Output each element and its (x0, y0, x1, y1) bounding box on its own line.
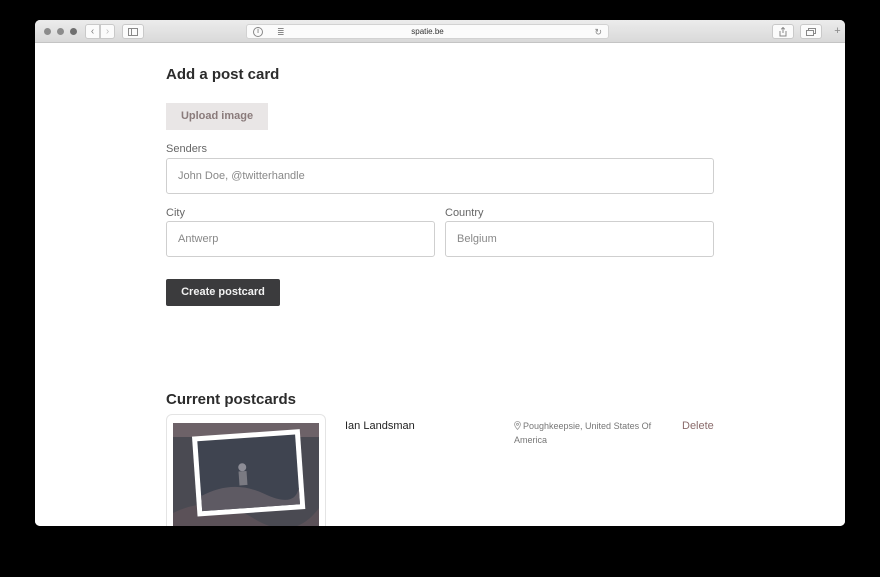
sidebar-toggle-button[interactable] (122, 24, 144, 39)
tabs-overview-button[interactable] (800, 24, 822, 39)
senders-label: Senders (166, 143, 207, 155)
minimize-window-button[interactable] (57, 28, 64, 35)
upload-image-button[interactable]: Upload image (166, 103, 268, 130)
postcard-thumbnail (166, 414, 326, 526)
page-content: Add a post card Upload image Senders Joh… (35, 44, 845, 526)
chevron-right-icon: › (105, 26, 110, 37)
back-button[interactable]: ‹ (85, 24, 100, 39)
share-icon (779, 26, 787, 37)
delete-postcard-link[interactable]: Delete (682, 420, 714, 432)
browser-toolbar: ‹ › i ≣ spatie.be ↻ + (35, 20, 845, 43)
city-field[interactable]: Antwerp (166, 221, 435, 257)
forward-button[interactable]: › (100, 24, 115, 39)
tabs-icon (806, 28, 816, 36)
add-postcard-heading: Add a post card (166, 66, 280, 83)
new-tab-plus-icon[interactable]: + (830, 24, 845, 39)
senders-placeholder: John Doe, @twitterhandle (178, 170, 305, 182)
maximize-window-button[interactable] (70, 28, 77, 35)
postcard-location: Poughkeepsie, United States Of America (514, 419, 664, 447)
postcard-image (173, 423, 319, 526)
country-label: Country (445, 207, 484, 219)
reload-icon[interactable]: ↻ (594, 26, 602, 38)
sidebar-icon (128, 28, 138, 36)
postcard-photo (173, 423, 319, 526)
country-field[interactable]: Belgium (445, 221, 714, 257)
postcard-location-text: Poughkeepsie, United States Of America (514, 421, 652, 445)
location-pin-icon (514, 421, 521, 430)
senders-field[interactable]: John Doe, @twitterhandle (166, 158, 714, 194)
address-url: spatie.be (411, 27, 444, 36)
create-postcard-button[interactable]: Create postcard (166, 279, 280, 306)
share-button[interactable] (772, 24, 794, 39)
city-placeholder: Antwerp (178, 233, 219, 245)
country-placeholder: Belgium (457, 233, 497, 245)
current-postcards-heading: Current postcards (166, 391, 297, 408)
city-label: City (166, 207, 185, 219)
browser-window: ‹ › i ≣ spatie.be ↻ + Add a post card Up… (35, 20, 845, 526)
address-bar[interactable]: i ≣ spatie.be ↻ (246, 24, 609, 39)
chevron-left-icon: ‹ (90, 26, 95, 37)
postcard-sender: Ian Landsman (345, 420, 415, 432)
close-window-button[interactable] (44, 28, 51, 35)
